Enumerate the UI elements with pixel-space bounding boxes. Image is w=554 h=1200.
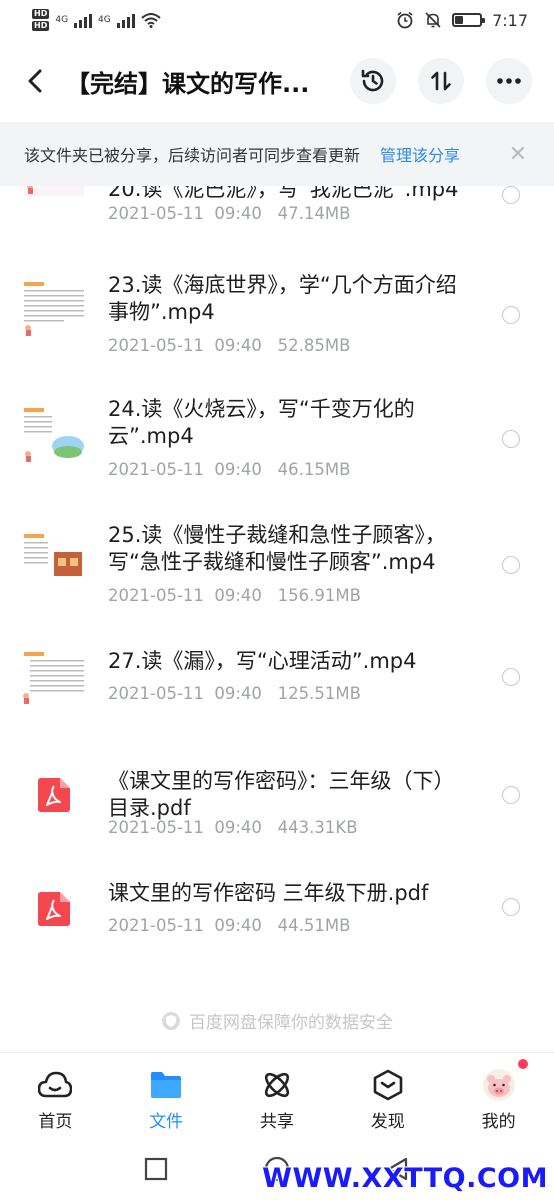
header-actions: [350, 58, 532, 104]
file-row[interactable]: 20.读《泥巴泥》，写“我泥巴泥”.mp4 2021-05-11 09:40 4…: [0, 186, 554, 244]
more-icon: [497, 78, 521, 84]
signal-icon-2: [116, 12, 135, 28]
battery-icon: [452, 13, 486, 27]
notification-dot: [517, 1059, 528, 1069]
nav-mine-label: 我的: [481, 1112, 516, 1132]
signal-icon-1: [74, 12, 93, 28]
file-meta: 2021-05-11 09:40 125.51MB: [108, 684, 361, 703]
select-radio[interactable]: [502, 186, 520, 204]
file-row[interactable]: 《课文里的写作密码》：三年级（下）目录.pdf 2021-05-11 09:40…: [0, 750, 554, 860]
file-row[interactable]: 24.读《火烧云》，写“千变万化的云”.mp4 2021-05-11 09:40…: [0, 382, 554, 502]
file-name: 课文里的写作密码 三年级下册.pdf: [108, 881, 429, 905]
video-thumbnail: [22, 186, 86, 210]
file-meta: 2021-05-11 09:40 46.15MB: [108, 460, 351, 479]
file-list: 20.读《泥巴泥》，写“我泥巴泥”.mp4 2021-05-11 09:40 4…: [0, 186, 554, 1052]
file-name: 20.读《泥巴泥》，写“我泥巴泥”.mp4: [108, 186, 459, 201]
file-row[interactable]: 27.读《漏》，写“心理活动”.mp4 2021-05-11 09:40 125…: [0, 634, 554, 744]
select-radio[interactable]: [502, 430, 520, 448]
history-icon: [361, 69, 384, 92]
battery-fill: [455, 16, 464, 24]
select-radio[interactable]: [502, 668, 520, 686]
wifi-icon: [141, 13, 161, 28]
hd-badge-2: HD: [32, 21, 50, 31]
back-button[interactable]: [6, 51, 66, 111]
bottom-nav: 首页 文件 共享 发现 我的: [0, 1052, 554, 1138]
file-row[interactable]: 23.读《海底世界》，学“几个方面介绍事物”.mp4 2021-05-11 09…: [0, 256, 554, 376]
file-name: 25.读《慢性子裁缝和急性子顾客》，写“急性子裁缝和慢性子顾客”.mp4: [108, 523, 446, 574]
select-radio[interactable]: [502, 898, 520, 916]
shield-icon: [162, 1011, 180, 1030]
pdf-file-icon: [38, 778, 70, 812]
file-meta: 2021-05-11 09:40 156.91MB: [108, 586, 361, 605]
file-meta: 2021-05-11 09:40 47.14MB: [108, 204, 351, 223]
video-thumbnail: [22, 650, 86, 710]
nav-files[interactable]: 文件: [111, 1053, 222, 1138]
header: 【完结】课文的写作...: [0, 48, 554, 114]
nav-home[interactable]: 首页: [0, 1053, 111, 1138]
file-meta: 2021-05-11 09:40 52.85MB: [108, 336, 351, 355]
nav-discover-label: 发现: [370, 1112, 405, 1132]
close-notice-button[interactable]: ✕: [506, 142, 530, 167]
avatar: [482, 1069, 516, 1101]
hd-badges: HD HD: [32, 9, 50, 31]
status-right: 7:17: [396, 11, 528, 30]
history-button[interactable]: [350, 58, 396, 104]
cloud-home-icon: [38, 1069, 73, 1101]
sort-icon: [431, 71, 451, 91]
recent-apps-icon[interactable]: [144, 1157, 168, 1181]
safety-text: 百度网盘保障你的数据安全: [189, 1013, 393, 1033]
select-radio[interactable]: [502, 306, 520, 324]
file-name: 24.读《火烧云》，写“千变万化的云”.mp4: [108, 397, 415, 448]
status-left: HD HD 4G 4G: [32, 9, 161, 31]
video-thumbnail: [22, 532, 86, 592]
nav-discover[interactable]: 发现: [332, 1053, 443, 1138]
page-title: 【完结】课文的写作...: [66, 69, 310, 98]
share-notice-text: 该文件夹已被分享，后续访问者可同步查看更新: [24, 146, 361, 165]
nav-share[interactable]: 共享: [222, 1053, 333, 1138]
mute-bell-icon: [425, 12, 441, 28]
status-bar: HD HD 4G 4G 7:17: [0, 0, 554, 40]
watermark: WWW.XXTTQ.COM: [262, 1163, 548, 1194]
file-meta: 2021-05-11 09:40 44.51MB: [108, 916, 351, 935]
nav-mine[interactable]: 我的: [443, 1053, 554, 1138]
select-radio[interactable]: [502, 556, 520, 574]
alarm-icon: [397, 11, 413, 29]
network-type-1: 4G: [55, 15, 69, 25]
nav-files-label: 文件: [149, 1112, 184, 1132]
atom-share-icon: [260, 1069, 294, 1101]
file-name: 23.读《海底世界》，学“几个方面介绍事物”.mp4: [108, 273, 457, 324]
nav-share-label: 共享: [259, 1112, 294, 1132]
more-button[interactable]: [486, 58, 532, 104]
chevron-left-icon: [28, 69, 42, 93]
nav-home-label: 首页: [38, 1112, 73, 1132]
network-type-2: 4G: [98, 15, 111, 25]
share-notice-banner: 该文件夹已被分享，后续访问者可同步查看更新 管理该分享 ✕: [0, 122, 554, 186]
hd-badge-1: HD: [32, 9, 50, 19]
discover-icon: [371, 1069, 405, 1101]
select-radio[interactable]: [502, 786, 520, 804]
file-name: 27.读《漏》，写“心理活动”.mp4: [108, 649, 417, 673]
video-thumbnail: [22, 280, 86, 340]
pdf-file-icon: [38, 892, 70, 926]
clock: 7:17: [492, 10, 528, 30]
folder-icon: [149, 1069, 183, 1101]
manage-share-link[interactable]: 管理该分享: [380, 142, 460, 166]
sort-button[interactable]: [418, 58, 464, 104]
file-meta: 2021-05-11 09:40 443.31KB: [108, 818, 358, 837]
safety-footer: 百度网盘保障你的数据安全: [0, 1008, 554, 1033]
file-row[interactable]: 课文里的写作密码 三年级下册.pdf 2021-05-11 09:40 44.5…: [0, 866, 554, 966]
file-name: 《课文里的写作密码》：三年级（下）目录.pdf: [108, 769, 455, 820]
video-thumbnail: [22, 406, 86, 466]
file-row[interactable]: 25.读《慢性子裁缝和急性子顾客》，写“急性子裁缝和慢性子顾客”.mp4 202…: [0, 508, 554, 628]
